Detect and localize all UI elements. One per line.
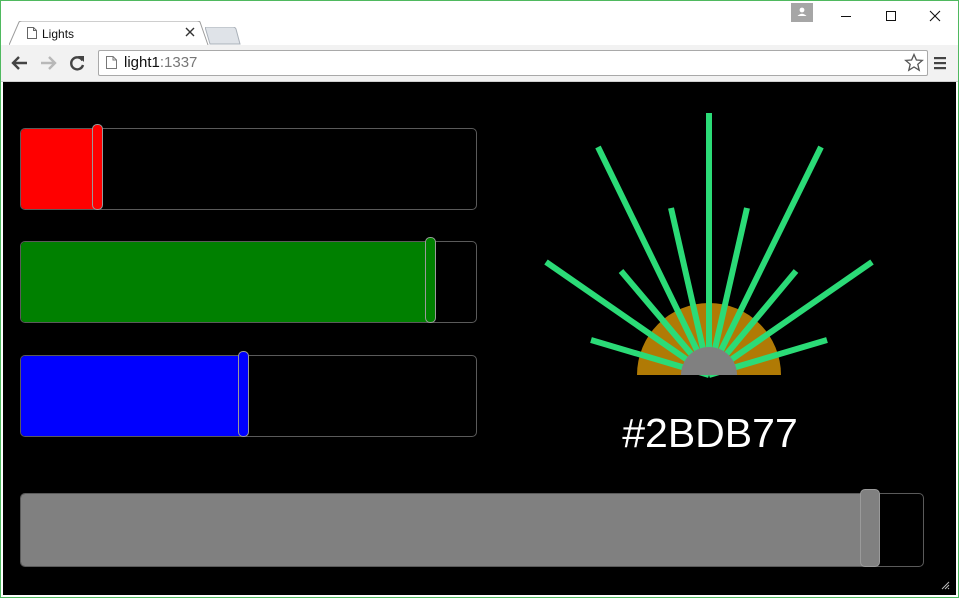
page-content: #2BDB77 — [3, 82, 956, 595]
browser-toolbar: light1:1337 — [1, 45, 958, 82]
window-close-icon[interactable] — [913, 1, 958, 31]
tab-shape — [9, 21, 209, 46]
light-preview — [544, 113, 874, 378]
browser-window: Lights light1:1337 #2BDB77 — [0, 0, 959, 598]
url-text: light1:1337 — [124, 54, 197, 72]
page-icon — [27, 27, 37, 39]
tab-title: Lights — [42, 27, 75, 41]
url-port: :1337 — [159, 54, 198, 71]
tab-lights[interactable]: Lights — [9, 21, 209, 46]
back-arrow-icon[interactable] — [10, 53, 30, 73]
forward-arrow-icon[interactable] — [38, 53, 58, 73]
ray-group — [544, 113, 874, 378]
profile-icon[interactable] — [791, 3, 813, 22]
close-icon[interactable] — [185, 25, 199, 39]
resize-grip-icon[interactable] — [938, 578, 950, 590]
url-host: light1 — [124, 54, 160, 71]
hamburger-menu-icon[interactable] — [933, 55, 947, 71]
color-hex-label: #2BDB77 — [622, 410, 798, 456]
address-bar[interactable]: light1:1337 — [98, 50, 928, 76]
minimize-icon[interactable] — [823, 1, 868, 31]
page-icon — [106, 56, 117, 74]
star-icon[interactable] — [904, 52, 924, 78]
maximize-icon[interactable] — [868, 1, 913, 31]
reload-icon[interactable] — [67, 53, 87, 73]
